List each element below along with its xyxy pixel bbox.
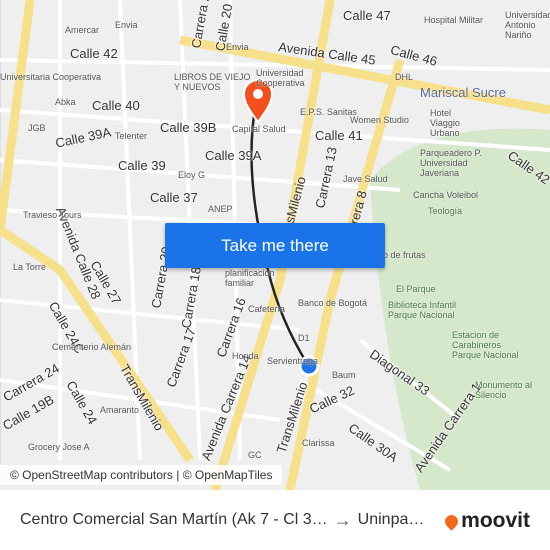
moovit-wordmark: moovit — [461, 509, 530, 532]
poi-label: JGB — [28, 123, 46, 133]
poi-label: Abka — [55, 97, 76, 107]
poi-label: Banco de Bogotá — [298, 298, 368, 308]
poi-label: Amercar — [65, 25, 100, 35]
poi-label: Telenter — [115, 131, 148, 141]
destination-name: Uninpa… — [357, 511, 425, 528]
poi-label: Mariscal Sucre — [420, 85, 506, 100]
poi-label: E.P.S. Sanitas — [300, 107, 357, 117]
poi-label: Amaranto — [100, 405, 140, 415]
poi-label: Honda — [232, 351, 259, 361]
poi-label: D1 — [298, 333, 310, 343]
poi-label: Monumento al Silencio — [475, 380, 533, 400]
street-label: Calle 41 — [315, 128, 363, 143]
poi-label: Cafetería — [248, 304, 286, 314]
poi-label: Cementerio Alemán — [52, 342, 132, 352]
poi-label: Teología — [428, 206, 463, 216]
poi-label: Biblioteca Infantil Parque Nacional — [388, 300, 457, 320]
poi-label: ANEP — [208, 204, 233, 214]
map-attribution[interactable]: © OpenStreetMap contributors | © OpenMap… — [0, 465, 283, 485]
origin-name: Centro Comercial San Martín (Ak 7 - Cl 3… — [20, 511, 328, 528]
arrow-right-icon: → — [333, 509, 352, 530]
street-label: Calle 37 — [150, 190, 198, 205]
moovit-pin-icon — [442, 511, 461, 531]
street-label: Calle 40 — [92, 98, 140, 113]
poi-label: Eloy G — [178, 170, 206, 180]
poi-label: planificación familiar — [225, 268, 275, 288]
street-label: Calle 39 — [118, 158, 166, 173]
poi-label: Cancha Voleibol — [413, 190, 479, 200]
poi-label: Servientrega — [267, 356, 319, 366]
poi-label: La Torre — [13, 262, 46, 272]
street-label: Calle 39A — [205, 148, 262, 163]
poi-label: Estacion de Carabineros Parque Nacional — [452, 330, 519, 360]
poi-label: Baum — [332, 370, 356, 380]
poi-label: Envia — [115, 20, 138, 30]
poi-label: Jave Salud — [343, 174, 388, 184]
poi-label: GC — [248, 450, 262, 460]
poi-label: Travieso Tours — [23, 210, 82, 220]
poi-label: Hospital Militar — [424, 15, 484, 25]
poi-label: DHL — [395, 72, 414, 82]
take-me-there-button[interactable]: Take me there — [165, 223, 385, 268]
poi-label: Clarissa — [302, 438, 335, 448]
street-label: Calle 39B — [160, 120, 217, 135]
poi-label: Hotel Viaggio Urbano — [430, 108, 460, 138]
poi-label: El Parque — [396, 284, 436, 294]
poi-label: Capital Salud — [232, 124, 286, 134]
poi-label: Universidad Cooperativa — [256, 68, 305, 88]
poi-label: Universidad Antonio Nariño — [505, 10, 550, 40]
poi-label: Women Studio — [350, 115, 409, 125]
poi-label: Universitaria Cooperativa — [0, 72, 102, 82]
street-label: Calle 42 — [70, 46, 118, 61]
poi-label: LIBROS DE VIEJO Y NUEVOS — [174, 72, 251, 92]
street-label: Calle 47 — [343, 8, 391, 23]
poi-label: Parqueadero P. Universidad Javeriana — [420, 148, 482, 178]
footer: Centro Comercial San Martín (Ak 7 - Cl 3… — [0, 490, 550, 550]
poi-label: Envia — [226, 42, 249, 52]
poi-label: Grocery Jose A — [28, 442, 90, 452]
moovit-logo: moovit — [442, 509, 530, 533]
map[interactable]: Calle 47 Avenida Calle 45 Calle 46 Calle… — [0, 0, 550, 490]
